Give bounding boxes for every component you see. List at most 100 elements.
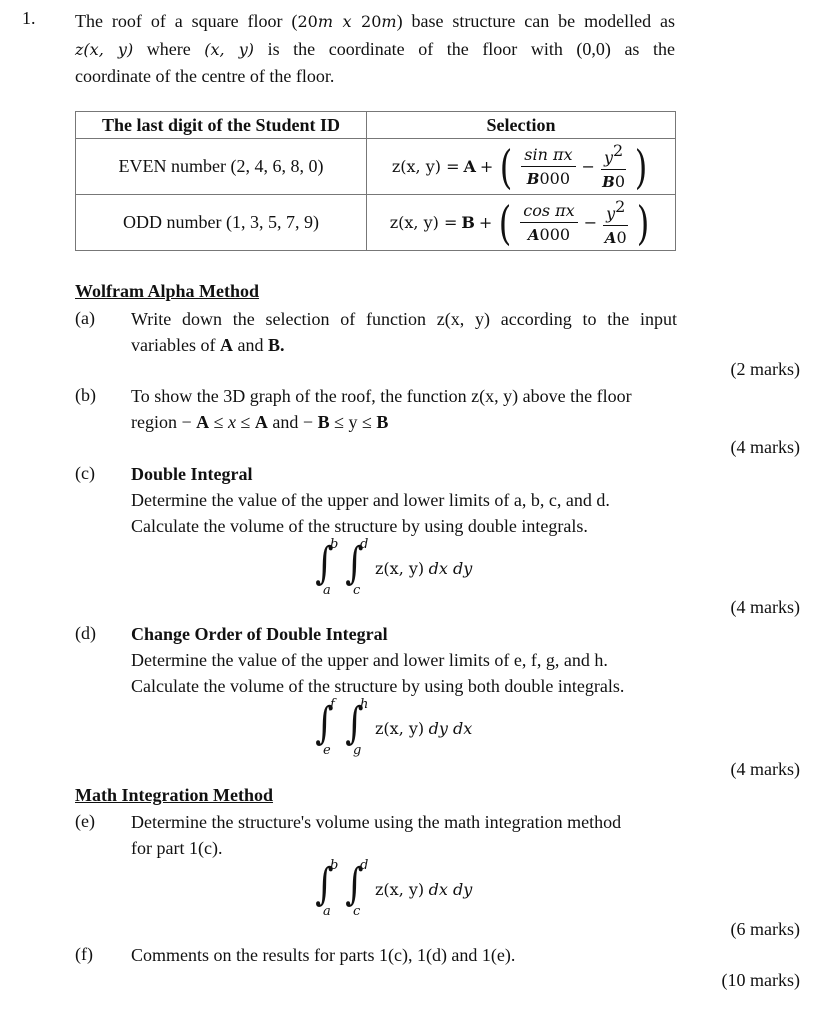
- math-text: m: [317, 12, 333, 31]
- formula-lhs: z(x, y) =: [391, 157, 460, 176]
- denominator-tail: 000: [539, 168, 571, 188]
- lower-limit: g: [353, 743, 362, 758]
- math-text: m: [381, 12, 397, 31]
- denominator-tail: 0: [614, 172, 625, 191]
- lower-limit: e: [323, 743, 331, 758]
- part-a-text: Write down the selection of function z(x…: [131, 306, 677, 358]
- differentials: dx dy: [428, 558, 473, 578]
- denominator-variable: A: [604, 229, 617, 247]
- lower-limit: c: [353, 583, 361, 598]
- text: coordinate of the centre of the floor.: [75, 66, 335, 86]
- fraction-numerator: sin πx: [521, 145, 576, 167]
- inner-integral-sign: ∫ d c: [345, 858, 369, 919]
- part-b-label: (b): [75, 385, 96, 405]
- integral-c: ∫ b a ∫ d c z(x, y) dx dy: [313, 537, 473, 598]
- part-d-label: (d): [75, 623, 96, 643]
- denominator-variable: A: [527, 225, 540, 244]
- part-e-line2: for part 1(c).: [131, 838, 223, 858]
- part-d-text: Change Order of Double Integral Determin…: [131, 621, 691, 699]
- upper-limit: d: [360, 858, 369, 873]
- inner-integral-sign: ∫ d c: [345, 537, 369, 598]
- part-b-line1: To show the 3D graph of the roof, the fu…: [131, 386, 632, 406]
- part-d-line2: Calculate the volume of the structure by…: [131, 676, 625, 696]
- variable-b: B.: [267, 335, 285, 355]
- right-paren: ): [634, 139, 648, 194]
- part-d-line1: Determine the value of the upper and low…: [131, 650, 608, 670]
- upper-limit: b: [330, 858, 339, 873]
- part-d-title: Change Order of Double Integral: [131, 624, 388, 644]
- part-e-line1: Determine the structure's volume using t…: [131, 812, 622, 832]
- math-text: x: [332, 12, 362, 31]
- formula-constant: B: [461, 213, 475, 232]
- denominator-variable: B: [602, 173, 615, 191]
- part-d-marks: (4 marks): [730, 759, 800, 779]
- selection-table: The last digit of the Student ID Selecti…: [75, 111, 676, 251]
- fraction-numerator: cos πx: [520, 201, 578, 223]
- formula-cell: z(x, y) = A + ( sin πx B000 − y2 B0 ): [366, 138, 676, 195]
- formula-even: z(x, y) = A + ( sin πx B000 − y2 B0 ): [392, 141, 650, 192]
- question-number: 1.: [22, 8, 36, 28]
- text: region −: [131, 412, 197, 432]
- leq-sign: ≤: [357, 412, 377, 432]
- variable-b: B: [317, 412, 330, 432]
- part-a-line1: Write down the selection of function z(x…: [131, 309, 677, 329]
- denominator-tail: 000: [539, 224, 571, 244]
- formula-cell: z(x, y) = B + ( cos πx A000 − y2 A0 ): [366, 194, 676, 251]
- upper-limit: f: [330, 697, 335, 712]
- denominator-variable: B: [526, 169, 540, 188]
- integral-d: ∫ f e ∫ h g z(x, y) dy dx: [313, 697, 473, 758]
- part-c-title: Double Integral: [131, 464, 253, 484]
- leq-sign: ≤: [236, 412, 255, 432]
- differentials: dx dy: [428, 879, 473, 899]
- differentials: dy dx: [428, 718, 473, 738]
- header-student-id: The last digit of the Student ID: [75, 111, 367, 139]
- left-paren: (: [500, 139, 513, 194]
- table-row: EVEN number (2, 4, 6, 8, 0) z(x, y) = A …: [75, 138, 676, 195]
- exponent: 2: [615, 197, 626, 216]
- part-b-line2: region − A ≤ x ≤ A and − B ≤ y ≤ B: [131, 409, 677, 435]
- text: where: [133, 38, 205, 59]
- part-e-label: (e): [75, 811, 95, 831]
- y-fraction: y2 A0: [603, 197, 629, 248]
- part-b-marks: (4 marks): [730, 437, 800, 457]
- variable-a: A: [219, 335, 233, 355]
- lower-limit: a: [323, 904, 331, 919]
- text: and: [232, 335, 268, 355]
- formula-constant: A: [463, 157, 476, 176]
- trig-fraction: sin πx B000: [521, 145, 576, 189]
- variable-b: B: [376, 412, 389, 432]
- denominator-tail: 0: [616, 228, 627, 247]
- variable-x: x: [228, 412, 237, 432]
- integrand: z(x, y): [375, 718, 425, 738]
- upper-limit: b: [330, 537, 339, 552]
- part-f-text: Comments on the results for parts 1(c), …: [131, 945, 516, 965]
- text: The roof of a square floor (: [75, 11, 298, 31]
- table-row: ODD number (1, 3, 5, 7, 9) z(x, y) = B +…: [75, 194, 676, 251]
- part-a-label: (a): [75, 308, 95, 328]
- trig-fraction: cos πx A000: [520, 201, 578, 245]
- left-paren: (: [498, 195, 512, 250]
- part-b-text: To show the 3D graph of the roof, the fu…: [131, 383, 677, 435]
- y-fraction: y2 B0: [600, 141, 627, 192]
- table-header-row: The last digit of the Student ID Selecti…: [75, 111, 676, 139]
- part-c-line2: Calculate the volume of the structure by…: [131, 516, 588, 536]
- upper-limit: d: [360, 537, 369, 552]
- math-text: z(x, y): [75, 39, 134, 59]
- leq-sign: ≤: [329, 412, 349, 432]
- integrand: z(x, y): [375, 879, 425, 899]
- part-a-marks: (2 marks): [730, 359, 800, 379]
- minus-sign: −: [581, 157, 595, 176]
- right-paren: ): [637, 195, 650, 250]
- outer-integral-sign: ∫ f e: [315, 697, 335, 758]
- text: and −: [267, 412, 318, 432]
- variable-a: A: [196, 412, 210, 432]
- intro-line: z(x, y) where (x, y) is the coordinate o…: [75, 36, 675, 64]
- inner-integral-sign: ∫ h g: [345, 697, 369, 758]
- math-text: 20: [361, 12, 382, 31]
- variable-a: A: [254, 412, 268, 432]
- text: is the coordinate of the floor with (0,0…: [254, 38, 675, 59]
- plus-sign: +: [479, 157, 494, 176]
- outer-integral-sign: ∫ b a: [315, 537, 339, 598]
- part-e-marks: (6 marks): [730, 919, 800, 939]
- text: ) base structure can be modelled as: [396, 11, 675, 31]
